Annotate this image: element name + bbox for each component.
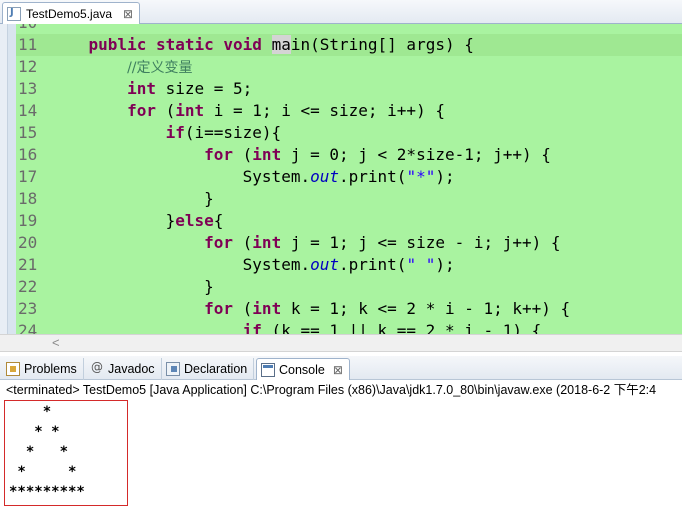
code-line: 14 for (int i = 1; i <= size; i++) { (18, 101, 445, 120)
console-output-line: ********* (9, 484, 85, 500)
code-comment: //定义变量 (127, 60, 193, 76)
line-number: 16 (18, 145, 38, 164)
code-line: 18 } (18, 189, 214, 208)
close-icon[interactable]: ⊠ (123, 7, 133, 21)
line-number: 15 (18, 123, 38, 142)
line-number: 19 (18, 211, 38, 230)
vertical-ruler (0, 24, 8, 334)
close-icon[interactable]: ⊠ (333, 363, 343, 377)
horizontal-scrollbar[interactable]: < (0, 334, 682, 352)
line-number: 23 (18, 299, 38, 318)
editor-tabbar: TestDemo5.java ⊠ (0, 0, 682, 24)
tab-declaration[interactable]: Declaration (162, 358, 255, 380)
problems-icon (6, 362, 20, 376)
declaration-icon (166, 362, 180, 376)
console-output-line: * * (9, 444, 69, 460)
code-line: 21 System.out.print(" "); (18, 255, 455, 274)
folding-gutter (8, 24, 16, 334)
code-line: 12 //定义变量 (16, 56, 682, 78)
scroll-left-icon[interactable]: < (52, 335, 60, 351)
code-line: 17 System.out.print("*"); (18, 167, 455, 186)
tab-console[interactable]: Console ⊠ (256, 358, 350, 380)
line-number: 12 (18, 57, 38, 76)
code-line: 22 } (18, 277, 214, 296)
line-number: 10 (16, 24, 46, 34)
panel-tabbar: Problems Javadoc Declaration Console ⊠ (0, 356, 682, 380)
console-icon (261, 362, 275, 377)
console-output-line: * * (9, 464, 77, 480)
line-number: 21 (18, 255, 38, 274)
tab-label: Problems (24, 362, 77, 376)
code-line: 24 if (k == 1 || k == 2 * i - 1) { (16, 320, 682, 334)
editor-tab-label: TestDemo5.java (26, 6, 113, 21)
tab-label: Console (279, 362, 325, 377)
line-number: 20 (18, 233, 38, 252)
code-line: 16 for (int j = 0; j < 2*size-1; j++) { (18, 145, 551, 164)
tab-javadoc[interactable]: Javadoc (86, 358, 162, 380)
javadoc-icon (90, 360, 104, 376)
java-file-icon (7, 6, 21, 21)
tab-problems[interactable]: Problems (2, 358, 84, 380)
code-line-current: 11 public static void main(String[] args… (16, 34, 682, 56)
code-line: 13 int size = 5; (18, 79, 253, 98)
code-editor[interactable]: 10 11 public static void main(String[] a… (0, 24, 682, 334)
code-lines: 10 11 public static void main(String[] a… (16, 24, 682, 334)
console-output-line: * (9, 404, 52, 420)
line-number: 11 (18, 35, 38, 54)
line-number: 24 (18, 321, 38, 334)
code-line: 23 for (int k = 1; k <= 2 * i - 1; k++) … (18, 299, 571, 318)
console-output[interactable]: * * * * * * * ********* (4, 400, 128, 506)
line-number: 17 (18, 167, 38, 186)
line-number: 13 (18, 79, 38, 98)
line-number: 18 (18, 189, 38, 208)
tab-label: Javadoc (108, 362, 155, 376)
line-number: 22 (18, 277, 38, 296)
console-output-line: * * (9, 424, 60, 440)
code-line: 15 if(i==size){ (18, 123, 282, 142)
code-line: 10 (16, 24, 682, 34)
editor-tab-testdemo5[interactable]: TestDemo5.java ⊠ (2, 2, 140, 24)
code-line: 19 }else{ (18, 211, 224, 230)
line-number: 14 (18, 101, 38, 120)
tab-label: Declaration (184, 362, 248, 376)
console-status: <terminated> TestDemo5 [Java Application… (0, 380, 682, 400)
code-line: 20 for (int j = 1; j <= size - i; j++) { (18, 233, 561, 252)
